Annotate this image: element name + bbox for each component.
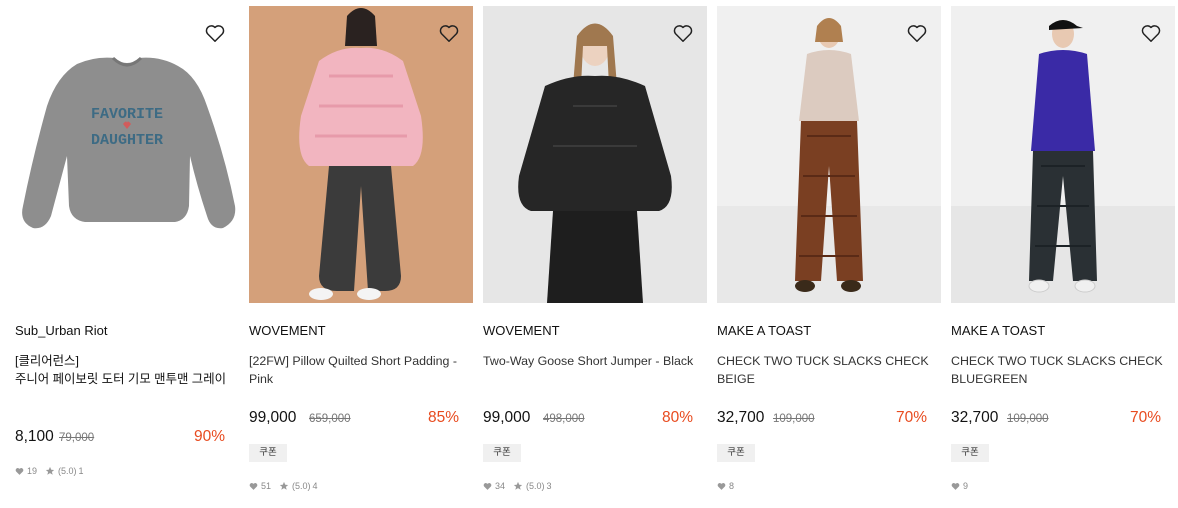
discount-rate: 70% [1129, 409, 1161, 426]
sweatshirt-print-line1: FAVORITE [91, 106, 163, 123]
sale-price: 99,000 [249, 409, 297, 426]
product-meta: 51 (5.0) 4 [249, 481, 318, 491]
wishlist-heart-icon[interactable] [438, 22, 460, 44]
rating: (5.0) [526, 481, 545, 491]
wishlist-heart-icon[interactable] [204, 22, 226, 44]
brand-name[interactable]: WOVEMENT [249, 323, 326, 338]
like-count: 19 [27, 466, 38, 476]
discount-rate: 80% [661, 409, 693, 426]
brand-name[interactable]: MAKE A TOAST [717, 323, 811, 338]
rating: (5.0) [58, 466, 77, 476]
coupon-badge: 쿠폰 [249, 444, 287, 462]
product-name[interactable]: [클리어런스] 주니어 페이보릿 도터 기모 맨투맨 그레이 [15, 352, 235, 388]
review-count: 1 [78, 466, 84, 476]
brand-name[interactable]: WOVEMENT [483, 323, 560, 338]
product-card[interactable]: MAKE A TOAST CHECK TWO TUCK SLACKS CHECK… [951, 6, 1175, 506]
product-image[interactable]: FAVORITE DAUGHTER [15, 6, 239, 303]
product-name[interactable]: CHECK TWO TUCK SLACKS CHECK BEIGE [717, 352, 937, 388]
like-heart-icon [951, 482, 960, 490]
original-price: 109,000 [1007, 413, 1049, 425]
product-name[interactable]: [22FW] Pillow Quilted Short Padding - Pi… [249, 352, 469, 388]
original-price: 498,000 [543, 413, 585, 425]
like-heart-icon [15, 467, 24, 475]
product-name[interactable]: CHECK TWO TUCK SLACKS CHECK BLUEGREEN [951, 352, 1171, 388]
product-image[interactable] [951, 6, 1175, 303]
product-image[interactable] [483, 6, 707, 303]
product-image[interactable] [249, 6, 473, 303]
coupon-badge: 쿠폰 [951, 444, 989, 462]
original-price: 659,000 [309, 413, 351, 425]
wishlist-heart-icon[interactable] [906, 22, 928, 44]
product-meta: 9 [951, 481, 968, 491]
product-image[interactable] [717, 6, 941, 303]
wishlist-heart-icon[interactable] [1140, 22, 1162, 44]
discount-rate: 90% [193, 428, 225, 445]
product-meta: 8 [717, 481, 734, 491]
sale-price: 99,000 [483, 409, 531, 426]
coupon-badge: 쿠폰 [483, 444, 521, 462]
price-row: 99,000 498,000 80% [483, 409, 707, 429]
like-heart-icon [717, 482, 726, 490]
product-card[interactable]: WOVEMENT [22FW] Pillow Quilted Short Pad… [249, 6, 473, 506]
wishlist-heart-icon[interactable] [672, 22, 694, 44]
price-row: 32,700 109,000 70% [717, 409, 941, 429]
product-card[interactable]: FAVORITE DAUGHTER Sub_Urban Riot [클리어런스]… [15, 6, 239, 506]
product-grid: FAVORITE DAUGHTER Sub_Urban Riot [클리어런스]… [0, 0, 1178, 508]
sale-price: 32,700 [951, 409, 999, 426]
like-count: 9 [963, 481, 969, 491]
star-icon [45, 466, 55, 475]
like-count: 51 [261, 481, 272, 491]
product-name[interactable]: Two-Way Goose Short Jumper - Black [483, 352, 703, 370]
price-row: 32,700 109,000 70% [951, 409, 1175, 429]
like-count: 8 [729, 481, 735, 491]
rating: (5.0) [292, 481, 311, 491]
like-heart-icon [249, 482, 258, 490]
brand-name[interactable]: Sub_Urban Riot [15, 323, 108, 338]
discount-rate: 85% [427, 409, 459, 426]
review-count: 3 [546, 481, 552, 491]
sale-price: 8,100 [15, 428, 54, 445]
sale-price: 32,700 [717, 409, 765, 426]
product-meta: 34 (5.0) 3 [483, 481, 552, 491]
brand-name[interactable]: MAKE A TOAST [951, 323, 1045, 338]
price-row: 8,100 79,000 90% [15, 428, 239, 448]
product-card[interactable]: MAKE A TOAST CHECK TWO TUCK SLACKS CHECK… [717, 6, 941, 506]
original-price: 79,000 [59, 432, 95, 444]
coupon-badge: 쿠폰 [717, 444, 755, 462]
product-meta: 19 (5.0) 1 [15, 466, 84, 476]
star-icon [279, 481, 289, 490]
like-count: 34 [495, 481, 506, 491]
sweatshirt-print-line2: DAUGHTER [91, 132, 163, 149]
like-heart-icon [483, 482, 492, 490]
product-card[interactable]: WOVEMENT Two-Way Goose Short Jumper - Bl… [483, 6, 707, 506]
star-icon [513, 481, 523, 490]
review-count: 4 [312, 481, 318, 491]
price-row: 99,000 659,000 85% [249, 409, 473, 429]
original-price: 109,000 [773, 413, 815, 425]
discount-rate: 70% [895, 409, 927, 426]
